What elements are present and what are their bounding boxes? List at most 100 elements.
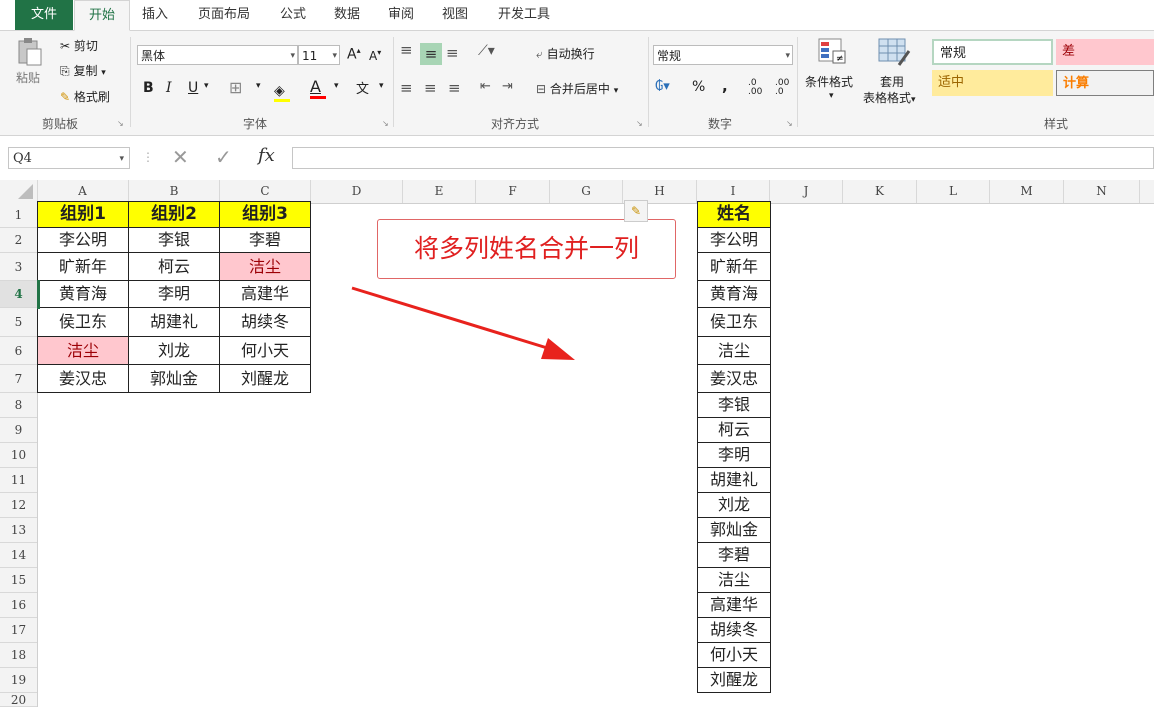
- increase-indent-icon[interactable]: ⇥: [502, 79, 513, 94]
- name-list-cell[interactable]: 洁尘: [697, 567, 771, 593]
- row-header[interactable]: 6: [0, 337, 37, 365]
- column-header-c[interactable]: C: [220, 180, 311, 203]
- currency-icon[interactable]: ₲▾: [655, 79, 670, 94]
- number-launcher-icon[interactable]: ↘: [786, 119, 793, 128]
- callout-textbox[interactable]: 将多列姓名合并一列: [377, 219, 676, 279]
- align-right-icon[interactable]: ≡: [448, 79, 461, 97]
- borders-icon[interactable]: ⊞: [229, 78, 242, 97]
- table-cell[interactable]: 柯云: [128, 252, 220, 281]
- table-cell[interactable]: 李碧: [219, 227, 311, 253]
- name-list-cell[interactable]: 旷新年: [697, 252, 771, 281]
- tab-home[interactable]: 开始: [74, 0, 130, 31]
- copy-button[interactable]: ⎘ 复制 ▾: [60, 62, 106, 79]
- table-header-cell[interactable]: 组别2: [128, 201, 220, 228]
- row-header[interactable]: 4: [0, 281, 37, 308]
- row-header[interactable]: 16: [0, 593, 37, 618]
- row-header[interactable]: 8: [0, 393, 37, 418]
- clipboard-launcher-icon[interactable]: ↘: [117, 119, 124, 128]
- select-all-corner[interactable]: [0, 180, 38, 203]
- table-cell[interactable]: 洁尘: [219, 252, 311, 281]
- style-calculation[interactable]: 计算: [1056, 70, 1154, 96]
- table-cell[interactable]: 姜汉忠: [37, 364, 129, 393]
- name-list-cell[interactable]: 李银: [697, 392, 771, 418]
- table-cell[interactable]: 侯卫东: [37, 307, 129, 337]
- table-cell[interactable]: 何小天: [219, 336, 311, 365]
- table-cell[interactable]: 李银: [128, 227, 220, 253]
- style-normal[interactable]: 常规: [932, 39, 1053, 65]
- name-list-cell[interactable]: 黄育海: [697, 280, 771, 308]
- comma-button[interactable]: ,: [722, 77, 728, 95]
- tab-page-layout[interactable]: 页面布局: [186, 0, 262, 30]
- table-cell[interactable]: 郭灿金: [128, 364, 220, 393]
- table-cell[interactable]: 黄育海: [37, 280, 129, 308]
- column-header-j[interactable]: J: [770, 180, 843, 203]
- column-header-k[interactable]: K: [843, 180, 917, 203]
- quick-analysis-icon[interactable]: ✎: [624, 200, 648, 222]
- tab-formulas[interactable]: 公式: [270, 0, 316, 30]
- tab-insert[interactable]: 插入: [131, 0, 179, 30]
- name-list-cell[interactable]: 柯云: [697, 417, 771, 443]
- row-header[interactable]: 20: [0, 693, 37, 707]
- column-header-b[interactable]: B: [129, 180, 220, 203]
- table-header-cell[interactable]: 组别3: [219, 201, 311, 228]
- name-list-cell[interactable]: 姜汉忠: [697, 364, 771, 393]
- row-header[interactable]: 11: [0, 468, 37, 493]
- column-header-e[interactable]: E: [403, 180, 476, 203]
- row-header[interactable]: 17: [0, 618, 37, 643]
- row-header[interactable]: 2: [0, 228, 37, 253]
- row-header[interactable]: 10: [0, 443, 37, 468]
- phonetic-icon[interactable]: 文: [356, 78, 369, 97]
- tab-view[interactable]: 视图: [432, 0, 478, 30]
- style-neutral[interactable]: 适中: [932, 70, 1053, 96]
- increase-decimal-icon[interactable]: .0.00: [748, 79, 762, 97]
- name-list-cell[interactable]: 洁尘: [697, 336, 771, 365]
- align-middle-icon[interactable]: ≡: [420, 43, 442, 65]
- column-header-a[interactable]: A: [37, 180, 129, 203]
- name-list-cell[interactable]: 郭灿金: [697, 517, 771, 543]
- formula-input[interactable]: [292, 147, 1154, 169]
- italic-button[interactable]: I: [166, 80, 172, 96]
- name-list-cell[interactable]: 胡续冬: [697, 617, 771, 643]
- decrease-decimal-icon[interactable]: .00.0: [775, 79, 789, 97]
- name-box[interactable]: Q4 ▾: [8, 147, 130, 169]
- chevron-down-icon[interactable]: ▾: [334, 81, 339, 91]
- align-left-icon[interactable]: ≡: [400, 79, 413, 97]
- cancel-icon[interactable]: ✕: [172, 145, 189, 169]
- name-header-cell[interactable]: 姓名: [697, 201, 771, 228]
- row-header[interactable]: 1: [0, 203, 37, 228]
- column-header-f[interactable]: F: [476, 180, 550, 203]
- table-cell[interactable]: 胡续冬: [219, 307, 311, 337]
- column-header-n[interactable]: N: [1064, 180, 1140, 203]
- name-list-cell[interactable]: 李明: [697, 442, 771, 468]
- table-cell[interactable]: 李公明: [37, 227, 129, 253]
- row-header[interactable]: 12: [0, 493, 37, 518]
- column-header-l[interactable]: L: [917, 180, 990, 203]
- format-painter-button[interactable]: ✎ 格式刷: [60, 88, 110, 105]
- table-cell[interactable]: 刘龙: [128, 336, 220, 365]
- tab-developer[interactable]: 开发工具: [486, 0, 562, 30]
- name-list-cell[interactable]: 刘醒龙: [697, 667, 771, 693]
- font-launcher-icon[interactable]: ↘: [382, 119, 389, 128]
- tab-data[interactable]: 数据: [324, 0, 370, 30]
- font-color-button[interactable]: A: [310, 77, 326, 99]
- format-as-table-button[interactable]: 套用 表格格式▾: [863, 37, 929, 115]
- align-center-icon[interactable]: ≡: [424, 79, 437, 97]
- chevron-down-icon[interactable]: ▾: [204, 81, 209, 91]
- name-list-cell[interactable]: 侯卫东: [697, 307, 771, 337]
- column-header-g[interactable]: G: [550, 180, 623, 203]
- row-header[interactable]: 7: [0, 365, 37, 393]
- style-bad[interactable]: 差: [1056, 39, 1154, 65]
- alignment-launcher-icon[interactable]: ↘: [636, 119, 643, 128]
- shrink-font-button[interactable]: A▾: [369, 48, 381, 63]
- chevron-down-icon[interactable]: ▾: [379, 81, 384, 91]
- font-name-select[interactable]: 黑体 ▾: [137, 45, 298, 65]
- row-header[interactable]: 5: [0, 308, 37, 337]
- column-header-d[interactable]: D: [311, 180, 403, 203]
- row-header[interactable]: 15: [0, 568, 37, 593]
- row-header[interactable]: 19: [0, 668, 37, 693]
- align-top-icon[interactable]: ≡: [400, 41, 413, 59]
- name-list-cell[interactable]: 刘龙: [697, 492, 771, 518]
- number-format-select[interactable]: 常规 ▾: [653, 45, 793, 65]
- column-header-m[interactable]: M: [990, 180, 1064, 203]
- insert-function-icon[interactable]: fx: [258, 145, 275, 166]
